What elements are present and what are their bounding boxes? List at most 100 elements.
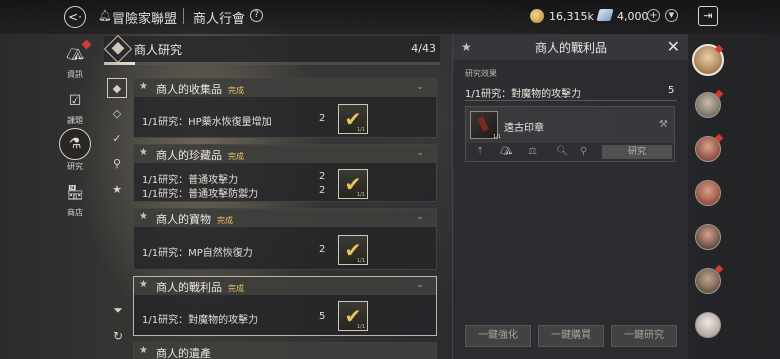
anvil-icon: ⚒ <box>659 119 668 130</box>
reward-slot[interactable]: ✔ 1/1 <box>338 301 368 331</box>
gem-amount: 4,000 <box>617 10 649 23</box>
auto-purchase-button[interactable]: 一鍵購買 <box>538 325 604 347</box>
star-icon[interactable]: ★ <box>139 345 148 356</box>
card-effect-value: 2 <box>319 185 326 196</box>
card-effect-value: 2 <box>319 171 326 182</box>
research-card[interactable]: ★ 商人的遺產 <box>133 342 437 359</box>
research-progress-bar <box>104 62 440 65</box>
research-card-selected[interactable]: ★ 商人的戰利品 完成 ⌄ 1/1研究：對魔物的攻擊力 5 ✔ 1/1 <box>133 276 437 336</box>
lamp-icon[interactable]: ⚲ <box>580 146 587 157</box>
card-title: 商人的戰利品 完成 <box>156 281 244 294</box>
research-card[interactable]: ★ 商人的寶物 完成 ⌄ 1/1研究：MP自然恢復力 2 ✔ 1/1 <box>133 208 437 270</box>
effect-section-label: 研究效果 <box>465 69 497 78</box>
refresh-button[interactable]: ↻ <box>110 329 126 345</box>
back-arrow-icon: <· <box>68 10 82 24</box>
research-count: 4/43 <box>411 42 436 55</box>
card-header: ★ 商人的寶物 完成 ⌄ <box>134 209 436 227</box>
help-icon[interactable]: ? <box>250 9 263 22</box>
star-icon[interactable]: ★ <box>139 81 148 92</box>
reward-count: 1/1 <box>356 324 365 330</box>
pin-icon: ⌄ <box>416 280 424 290</box>
currency-dropdown-button[interactable]: ▼ <box>665 9 678 22</box>
auto-enhance-button[interactable]: 一鍵強化 <box>465 325 531 347</box>
nav-info-label: 資訊 <box>67 70 83 79</box>
research-title: 商人研究 <box>134 43 183 57</box>
scale-icon[interactable]: ⚖ <box>528 146 537 157</box>
card-header: ★ 商人的收集品 完成 ⌄ <box>134 79 436 97</box>
magnifier-icon[interactable]: 🔍︎ <box>556 146 569 157</box>
detail-title: 商人的戰利品 <box>534 41 607 55</box>
checkmark-icon: ✔ <box>344 304 362 328</box>
divider <box>465 100 677 101</box>
card-status: 完成 <box>217 216 233 225</box>
card-effect-value: 2 <box>319 113 326 124</box>
nav-info[interactable]: ⛺︎ 資訊 <box>56 39 94 80</box>
ancient-seal-icon[interactable]: 1/1 <box>470 111 501 140</box>
nav-research-label: 研究 <box>67 162 83 171</box>
diamond-filled-icon: ◆ <box>112 81 122 95</box>
research-button[interactable]: 研究 <box>602 145 672 159</box>
auto-research-button[interactable]: 一鍵研究 <box>611 325 677 347</box>
nav-shop[interactable]: 🏪︎ 商店 <box>56 180 94 218</box>
nav-research[interactable]: ⚗ 研究 <box>56 128 94 172</box>
research-header: 商人研究 4/43 <box>103 34 440 64</box>
pin-icon: ⌄ <box>416 212 424 222</box>
filter-favorites[interactable]: ★ <box>107 179 127 199</box>
card-header: ★ 商人的戰利品 完成 ⌄ <box>134 277 436 295</box>
back-button[interactable]: <· <box>64 6 86 28</box>
funnel-button[interactable]: ⏷ <box>110 303 126 319</box>
item-name: 遠古印章 <box>504 123 544 134</box>
card-status: 完成 <box>228 86 244 95</box>
close-button[interactable]: ✕ <box>667 37 680 56</box>
research-card[interactable]: ★ 商人的收集品 完成 ⌄ 1/1研究：HP藥水恢復量增加 2 ✔ 1/1 <box>133 78 437 138</box>
reward-count: 1/1 <box>356 258 365 264</box>
diamond-outline-icon: ◇ <box>112 106 122 120</box>
tent-icon: ⛺︎ <box>62 39 92 68</box>
avatar[interactable] <box>695 180 721 206</box>
flask-icon: ⚗ <box>59 128 91 160</box>
star-icon: ★ <box>112 182 122 196</box>
nav-shop-label: 商店 <box>67 208 83 217</box>
refresh-icon: ↻ <box>112 329 124 343</box>
item-actions-bar: ⇡ ⛺︎ ⚖ 🔍︎ ⚲ 研究 <box>466 143 674 161</box>
detail-panel: ★ 商人的戰利品 ✕ 研究效果 1/1研究：對魔物的攻擊力 5 1/1 遠古印章… <box>452 34 688 359</box>
top-bar: <· 🔔︎ 冒險家聯盟 商人行會 ? 16,315k 4,000 + ▼ ⇥ <box>0 0 780 34</box>
gem-icon <box>596 9 614 21</box>
pin-icon: ⌄ <box>416 82 424 92</box>
reward-slot[interactable]: ✔ 1/1 <box>338 169 368 199</box>
pin-icon: ⌄ <box>416 148 424 158</box>
alert-badge <box>81 39 92 50</box>
reward-count: 1/1 <box>356 127 365 133</box>
filter-in-progress[interactable]: ◇ <box>107 103 127 123</box>
exit-icon: ⇥ <box>703 9 713 22</box>
avatar[interactable] <box>695 312 721 338</box>
filter-other[interactable]: ⚲ <box>107 153 127 173</box>
card-status: 完成 <box>228 152 244 161</box>
research-progress-fill <box>104 62 136 65</box>
star-icon[interactable]: ★ <box>139 147 148 158</box>
exit-button[interactable]: ⇥ <box>698 6 718 26</box>
research-card[interactable]: ★ 商人的珍藏品 完成 ⌄ 1/1研究：普通攻擊力 2 1/1研究：普通攻擊防禦力… <box>133 144 437 202</box>
card-effect-text: 1/1研究：HP藥水恢復量增加 <box>142 117 272 128</box>
card-status: 完成 <box>228 284 244 293</box>
shop-icon: 🏪︎ <box>66 185 84 201</box>
breadcrumb-adventurer-union[interactable]: 冒險家聯盟 <box>112 8 177 27</box>
add-currency-button[interactable]: + <box>647 9 660 22</box>
filter-completed[interactable]: ✓ <box>107 128 127 148</box>
breadcrumb-merchant-guild: 商人行會 <box>193 12 246 27</box>
effect-text: 1/1研究：對魔物的攻擊力 <box>465 89 582 100</box>
card-effect-text: 1/1研究：普通攻擊防禦力 <box>142 189 259 200</box>
star-icon[interactable]: ★ <box>139 211 148 222</box>
avatar[interactable] <box>695 224 721 250</box>
star-icon[interactable]: ★ <box>139 279 148 290</box>
card-header: ★ 商人的遺產 <box>134 343 436 359</box>
funnel-icon: ⏷ <box>113 303 123 317</box>
upgrade-arrow-icon[interactable]: ⇡ <box>476 146 484 157</box>
card-header: ★ 商人的珍藏品 完成 ⌄ <box>134 145 436 163</box>
reward-slot[interactable]: ✔ 1/1 <box>338 104 368 134</box>
filter-all[interactable]: ◆ <box>107 78 127 98</box>
tent-icon[interactable]: ⛺︎ <box>500 146 513 157</box>
reward-slot[interactable]: ✔ 1/1 <box>338 235 368 265</box>
nav-tasks[interactable]: ☑ 課題 <box>56 88 94 126</box>
effect-value: 5 <box>668 85 675 96</box>
